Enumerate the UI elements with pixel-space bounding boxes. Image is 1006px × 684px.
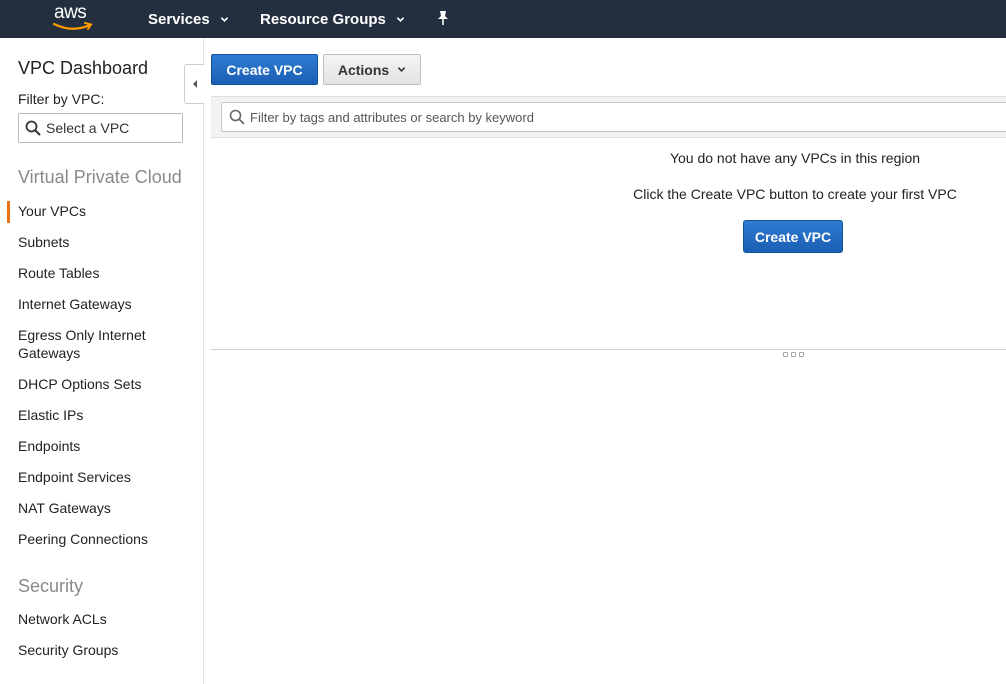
- sidebar-item-subnets[interactable]: Subnets: [18, 233, 188, 251]
- sidebar-item-endpoints[interactable]: Endpoints: [18, 437, 188, 455]
- sidebar-item-security-groups[interactable]: Security Groups: [18, 641, 188, 659]
- grip-dot: [799, 352, 804, 357]
- top-nav: aws Services Resource Groups: [0, 0, 1006, 38]
- empty-state-hint: Click the Create VPC button to create yo…: [633, 186, 957, 202]
- vpc-select-placeholder: Select a VPC: [46, 120, 130, 136]
- services-label: Services: [148, 10, 210, 28]
- search-input[interactable]: Filter by tags and attributes or search …: [221, 102, 1006, 132]
- chevron-down-icon: [396, 16, 405, 22]
- aws-logo-text: aws: [54, 2, 87, 23]
- chevron-down-icon: [220, 16, 228, 22]
- sidebar-item-elastic-ips[interactable]: Elastic IPs: [18, 406, 188, 424]
- chevron-left-icon: [192, 80, 197, 88]
- sidebar-item-egress-only-internet-gateways[interactable]: Egress Only Internet Gateways: [18, 326, 168, 362]
- create-vpc-empty-button[interactable]: Create VPC: [743, 220, 843, 253]
- sidebar-item-dhcp-options-sets[interactable]: DHCP Options Sets: [18, 375, 188, 393]
- filter-bar: Filter by tags and attributes or search …: [211, 96, 1006, 138]
- sidebar-item-your-vpcs[interactable]: Your VPCs: [18, 202, 188, 220]
- section-security: Security: [18, 576, 84, 596]
- sidebar-title[interactable]: VPC Dashboard: [18, 58, 148, 79]
- chevron-down-icon: [397, 67, 406, 72]
- pin-button[interactable]: [436, 9, 452, 27]
- grip-dot: [791, 352, 796, 357]
- section-virtual-private-cloud: Virtual Private Cloud: [18, 167, 182, 187]
- resource-groups-label: Resource Groups: [260, 10, 386, 28]
- resource-groups-menu[interactable]: Resource Groups: [260, 0, 405, 38]
- search-icon: [25, 120, 41, 136]
- sidebar-item-route-tables[interactable]: Route Tables: [18, 264, 188, 282]
- sidebar-item-internet-gateways[interactable]: Internet Gateways: [18, 295, 188, 313]
- services-menu[interactable]: Services: [148, 0, 229, 38]
- empty-state-message: You do not have any VPCs in this region: [669, 150, 921, 166]
- actions-label: Actions: [337, 61, 390, 78]
- sidebar: VPC Dashboard Filter by VPC: Select a VP…: [0, 38, 204, 684]
- grip-dot: [783, 352, 788, 357]
- pin-icon: [438, 11, 448, 25]
- sidebar-item-endpoint-services[interactable]: Endpoint Services: [18, 468, 188, 486]
- create-vpc-button[interactable]: Create VPC: [211, 54, 318, 85]
- search-placeholder: Filter by tags and attributes or search …: [250, 109, 534, 125]
- panel-divider: [211, 349, 1006, 350]
- filter-by-vpc-label: Filter by VPC:: [18, 91, 105, 107]
- collapse-sidebar-button[interactable]: [184, 64, 204, 104]
- vpc-select[interactable]: Select a VPC: [18, 113, 183, 143]
- actions-dropdown[interactable]: Actions: [323, 54, 421, 85]
- active-indicator: [7, 201, 10, 223]
- search-icon: [229, 109, 245, 125]
- sidebar-item-peering-connections[interactable]: Peering Connections: [18, 530, 188, 548]
- sidebar-item-nat-gateways[interactable]: NAT Gateways: [18, 499, 188, 517]
- aws-logo[interactable]: aws: [52, 2, 98, 34]
- sidebar-item-network-acls[interactable]: Network ACLs: [18, 610, 188, 628]
- aws-smile-icon: [52, 22, 93, 30]
- resize-handle[interactable]: [783, 352, 804, 357]
